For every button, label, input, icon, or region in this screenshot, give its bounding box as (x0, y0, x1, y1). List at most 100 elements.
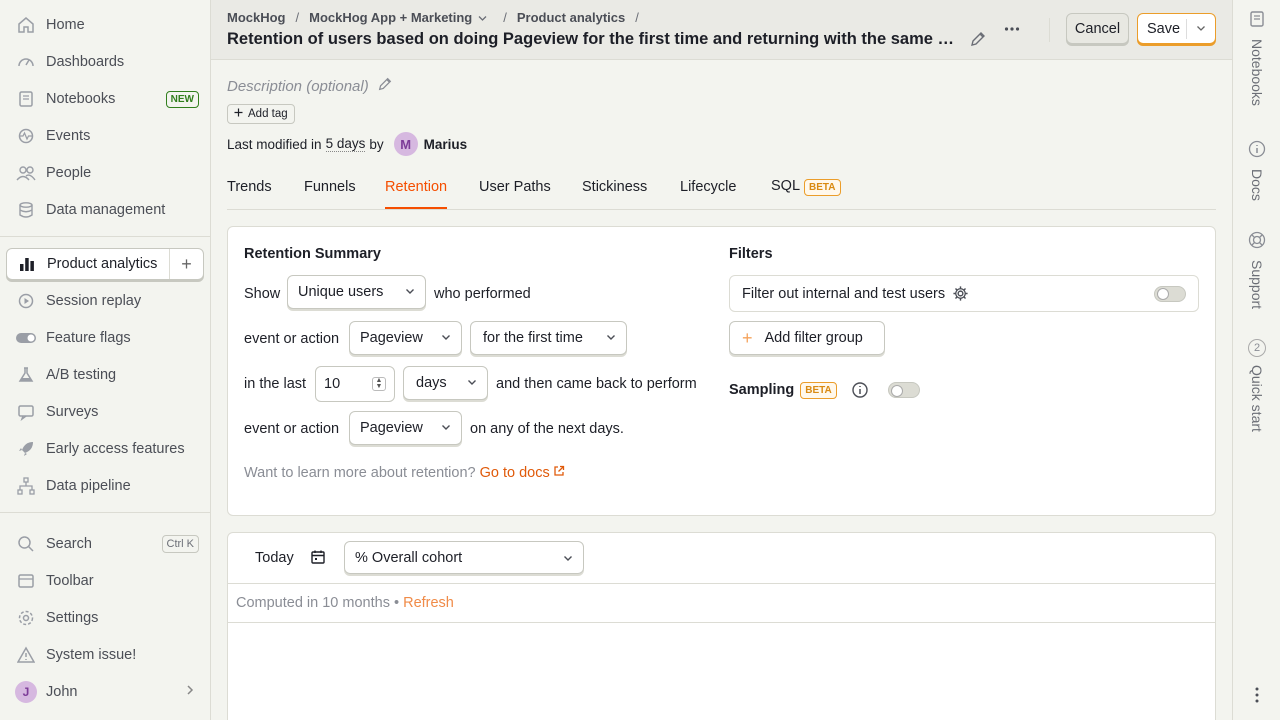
sidebar-item-label: Data management (46, 202, 166, 218)
gear-icon[interactable] (952, 285, 969, 302)
first-event-select[interactable]: Pageview (349, 321, 462, 355)
edit-title-icon[interactable] (969, 30, 987, 51)
tab-lifecycle[interactable]: Lifecycle (680, 179, 736, 195)
internal-users-filter: Filter out internal and test users (729, 275, 1199, 312)
active-tab-indicator (385, 207, 447, 209)
go-to-docs-link[interactable]: Go to docs (480, 465, 565, 481)
period-unit-select[interactable]: days (403, 366, 488, 400)
retention-config-card: Retention Summary Show Unique users who … (227, 226, 1216, 516)
beta-badge: BETA (804, 179, 841, 196)
rail-quick-start[interactable]: 2 Quick start (1245, 339, 1269, 432)
sidebar-item-home[interactable]: Home (6, 9, 204, 41)
edit-description-icon (377, 76, 393, 96)
tab-stickiness[interactable]: Stickiness (582, 179, 647, 195)
tab-sql[interactable]: SQL BETA (771, 178, 841, 196)
breadcrumb-project[interactable]: MockHog App + Marketing (309, 10, 487, 25)
sidebar-item-label: Surveys (46, 404, 99, 420)
sidebar-user-menu[interactable]: J John (6, 676, 204, 708)
sidebar-item-data-pipeline[interactable]: Data pipeline (6, 470, 204, 502)
refresh-link[interactable]: Refresh (403, 595, 454, 611)
sidebar-divider (0, 512, 210, 513)
chevron-down-icon (405, 286, 415, 298)
people-icon (15, 162, 37, 184)
filters-title: Filters (729, 246, 773, 262)
period-count-input[interactable]: 10 ▲ ▼ (315, 366, 395, 402)
lifebuoy-icon (1248, 231, 1266, 252)
sampling-row: Sampling BETA (729, 381, 920, 399)
breadcrumb-section[interactable]: Product analytics (517, 10, 625, 25)
save-button-label: Save (1147, 20, 1181, 37)
sidebar-item-dashboards[interactable]: Dashboards (6, 46, 204, 78)
breadcrumb-org[interactable]: MockHog (227, 10, 286, 25)
quick-start-count: 2 (1248, 339, 1266, 357)
rail-support[interactable]: Support (1245, 231, 1269, 309)
retention-type-select[interactable]: for the first time (470, 321, 627, 355)
learn-more-text: Want to learn more about retention? Go t… (244, 465, 565, 481)
sidebar-item-system-issue[interactable]: System issue! (6, 639, 204, 671)
rail-more-icon[interactable] (1252, 686, 1262, 707)
rail-notebooks[interactable]: Notebooks (1245, 10, 1269, 106)
chevron-down-icon (478, 10, 487, 25)
sidebar-item-label: System issue! (46, 647, 137, 663)
sidebar-item-early-access[interactable]: Early access features (6, 433, 204, 465)
more-options-icon[interactable] (1004, 18, 1020, 43)
survey-icon (15, 401, 37, 423)
sidebar-item-notebooks[interactable]: Notebooks NEW (6, 83, 204, 115)
beta-badge: BETA (800, 381, 837, 399)
replay-icon (15, 290, 37, 312)
warning-icon (15, 644, 37, 666)
page-title: Retention of users based on doing Pagevi… (227, 30, 957, 48)
sidebar-item-label: Dashboards (46, 54, 125, 70)
show-select[interactable]: Unique users (287, 275, 426, 309)
date-range-button[interactable]: Today (255, 550, 294, 566)
cohort-display-select[interactable]: % Overall cohort (344, 541, 584, 574)
tab-funnels[interactable]: Funnels (304, 179, 356, 195)
user-name: John (46, 684, 78, 700)
breadcrumb: MockHog / MockHog App + Marketing / Prod… (227, 10, 639, 25)
rail-docs[interactable]: Docs (1245, 140, 1269, 201)
add-tag-button[interactable]: Add tag (227, 104, 295, 124)
sidebar-item-data-management[interactable]: Data management (6, 194, 204, 226)
sidebar-item-session-replay[interactable]: Session replay (6, 285, 204, 317)
chevron-down-icon (563, 550, 573, 566)
sidebar-item-events[interactable]: Events (6, 120, 204, 152)
tab-user-paths[interactable]: User Paths (479, 179, 551, 195)
save-options-chevron-icon[interactable] (1187, 25, 1215, 32)
internal-users-toggle[interactable] (1154, 285, 1186, 302)
chevron-down-icon (467, 377, 477, 389)
sidebar-item-settings[interactable]: Settings (6, 602, 204, 634)
retention-results-card: Today % Overall cohort Computed in 10 mo… (227, 532, 1216, 720)
sidebar-item-ab-testing[interactable]: A/B testing (6, 359, 204, 391)
modified-time: 5 days (325, 136, 366, 152)
sidebar-item-toolbar[interactable]: Toolbar (6, 565, 204, 597)
new-insight-button[interactable]: + (169, 249, 203, 279)
chevron-down-icon (441, 422, 451, 434)
toggle-icon (15, 327, 37, 349)
info-icon[interactable] (851, 381, 869, 399)
add-filter-group-button[interactable]: + Add filter group (729, 321, 885, 355)
sampling-toggle[interactable] (887, 382, 920, 398)
calendar-icon[interactable] (310, 549, 326, 568)
search-icon (15, 533, 37, 555)
stepper-icon[interactable]: ▲ ▼ (372, 377, 386, 391)
gear-icon (15, 607, 37, 629)
save-button[interactable]: Save (1137, 13, 1216, 44)
sidebar-item-product-analytics[interactable]: Product analytics + (6, 248, 204, 280)
sidebar-item-search[interactable]: Search Ctrl K (6, 528, 204, 560)
sidebar-item-label: Data pipeline (46, 478, 131, 494)
tab-retention[interactable]: Retention (385, 179, 447, 195)
sidebar-item-surveys[interactable]: Surveys (6, 396, 204, 428)
sidebar-item-label: A/B testing (46, 367, 117, 383)
sidebar-item-people[interactable]: People (6, 157, 204, 189)
sidebar: Home Dashboards Notebooks NEW Events Peo… (0, 0, 211, 720)
tab-trends[interactable]: Trends (227, 179, 272, 195)
cancel-button[interactable]: Cancel (1066, 13, 1129, 44)
avatar: M (393, 132, 418, 156)
chevron-right-icon (185, 684, 195, 700)
avatar: J (15, 681, 37, 703)
bar-chart-icon (16, 253, 38, 275)
return-event-select[interactable]: Pageview (349, 411, 462, 445)
description-field[interactable]: Description (optional) (227, 76, 393, 96)
right-sidebar: Notebooks Docs Support 2 Quick start (1232, 0, 1280, 720)
sidebar-item-feature-flags[interactable]: Feature flags (6, 322, 204, 354)
